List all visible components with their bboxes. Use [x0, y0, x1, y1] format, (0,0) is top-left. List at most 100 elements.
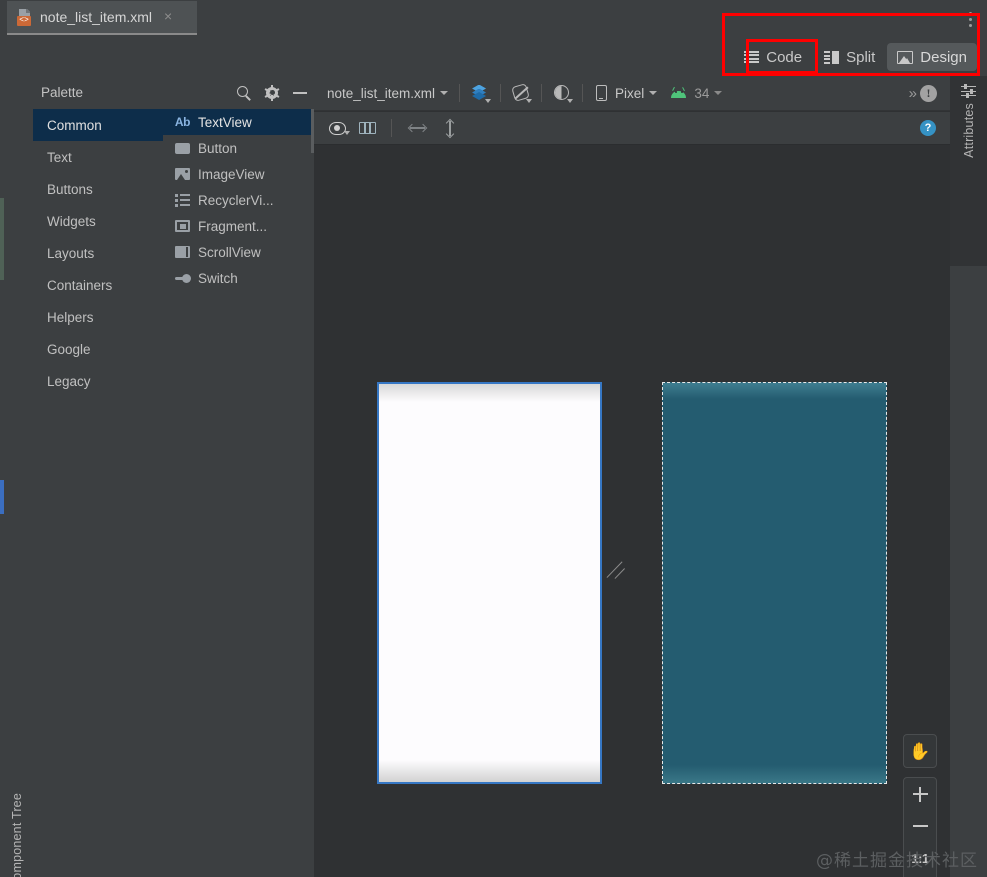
canvas-resize-handle[interactable]	[605, 557, 633, 583]
view-mode-columns-icon[interactable]	[359, 122, 376, 134]
palette-category-widgets[interactable]: Widgets	[33, 205, 163, 237]
zoom-in-button[interactable]	[904, 778, 936, 810]
sidebar-item-attributes[interactable]: Attributes	[950, 76, 987, 266]
toolbar-divider	[582, 84, 584, 102]
android-icon	[671, 86, 687, 98]
warning-icon[interactable]: !	[920, 84, 937, 102]
minimize-icon[interactable]	[293, 91, 307, 94]
palette-category-google[interactable]: Google	[33, 333, 163, 365]
palette-category-containers[interactable]: Containers	[33, 269, 163, 301]
minus-icon	[912, 825, 928, 827]
search-icon[interactable]	[237, 85, 251, 101]
orientation-button[interactable]	[511, 83, 533, 103]
view-options-button[interactable]	[314, 121, 350, 135]
palette-category-common[interactable]: Common	[33, 109, 163, 141]
palette-panel: Palette Common Text Buttons Widgets Layo…	[33, 76, 314, 877]
fragment-icon	[174, 220, 191, 232]
code-lines-icon	[744, 50, 760, 64]
layout-file-dropdown[interactable]: note_list_item.xml	[327, 86, 449, 101]
chevron-down-icon	[649, 91, 658, 95]
design-toolbar: note_list_item.xml Pixel 34 » !	[314, 76, 950, 111]
toolbar-divider	[541, 84, 543, 102]
palette-item-label: ScrollView	[198, 244, 261, 260]
xml-badge: <>	[17, 15, 31, 26]
layers-button[interactable]	[471, 84, 492, 103]
palette-item-label: ImageView	[198, 166, 265, 182]
android-studio-window: <> note_list_item.xml × Code Split Desig…	[0, 0, 987, 877]
list-icon	[174, 194, 191, 207]
horizontal-resize-icon[interactable]	[407, 123, 428, 133]
toolbar-divider	[459, 84, 461, 102]
toolbar-divider	[500, 84, 502, 102]
blueprint-preview[interactable]	[662, 382, 887, 784]
palette-category-label: Buttons	[47, 181, 93, 197]
design-image-icon	[897, 50, 914, 64]
palette-item-label: Fragment...	[198, 218, 268, 234]
palette-body: Common Text Buttons Widgets Layouts Cont…	[33, 109, 314, 877]
help-icon[interactable]: ?	[920, 120, 936, 136]
editor-tab-note-list-item[interactable]: <> note_list_item.xml ×	[7, 1, 197, 35]
palette-category-layouts[interactable]: Layouts	[33, 237, 163, 269]
palette-category-label: Containers	[47, 277, 113, 293]
chevron-down-icon	[567, 99, 574, 103]
palette-category-helpers[interactable]: Helpers	[33, 301, 163, 333]
design-editor: note_list_item.xml Pixel 34 » ! ? ✋ 1:1	[314, 76, 950, 877]
palette-item-label: TextView	[198, 114, 252, 130]
scrollview-icon	[174, 246, 191, 258]
palette-category-label: Text	[47, 149, 72, 165]
palette-item-label: Switch	[198, 270, 238, 286]
xml-file-icon: <>	[17, 8, 33, 26]
device-label: Pixel	[615, 85, 645, 101]
palette-category-label: Common	[47, 117, 102, 133]
palette-category-label: Legacy	[47, 373, 91, 389]
palette-category-label: Layouts	[47, 245, 95, 261]
palette-item-button[interactable]: Button	[163, 135, 314, 161]
design-preview[interactable]	[377, 382, 602, 784]
button-icon	[174, 142, 191, 154]
split-view-icon	[824, 50, 840, 64]
toolbar-overflow-button[interactable]: »	[909, 85, 920, 102]
more-options-icon[interactable]	[962, 5, 978, 33]
vertical-resize-icon[interactable]	[445, 118, 455, 138]
gear-icon[interactable]	[264, 84, 280, 101]
design-mode-button[interactable]: Design	[887, 43, 977, 71]
palette-category-text[interactable]: Text	[33, 141, 163, 173]
ab-text-icon: Ab	[174, 115, 191, 129]
palette-category-label: Helpers	[47, 309, 94, 325]
zoom-out-button[interactable]	[904, 810, 936, 842]
palette-category-list: Common Text Buttons Widgets Layouts Cont…	[33, 109, 163, 877]
split-mode-button[interactable]: Split	[814, 43, 885, 71]
palette-item-fragment[interactable]: Fragment...	[163, 213, 314, 239]
phone-icon	[596, 85, 608, 101]
palette-item-list: Ab TextView Button ImageView RecyclerVi.…	[163, 109, 314, 877]
palette-category-legacy[interactable]: Legacy	[33, 365, 163, 397]
design-canvas[interactable]: ✋ 1:1	[314, 146, 950, 877]
sliders-icon	[961, 84, 976, 98]
switch-icon	[174, 273, 191, 283]
left-tool-rail: Palette Component Tree	[0, 76, 314, 877]
editor-tab-bar: <> note_list_item.xml ×	[0, 0, 987, 37]
hand-icon: ✋	[909, 741, 931, 761]
device-dropdown[interactable]: Pixel	[596, 85, 658, 101]
palette-category-buttons[interactable]: Buttons	[33, 173, 163, 205]
pan-tool-button[interactable]: ✋	[904, 735, 936, 767]
design-view-toolbar: ?	[314, 112, 950, 145]
theme-button[interactable]	[553, 84, 574, 103]
chevron-down-icon	[526, 99, 533, 103]
edge-marker-green	[0, 198, 4, 280]
close-icon[interactable]: ×	[161, 9, 175, 24]
sidebar-item-component-tree[interactable]: Component Tree	[0, 746, 33, 877]
palette-item-imageview[interactable]: ImageView	[163, 161, 314, 187]
palette-item-label: Button	[198, 140, 238, 156]
code-mode-button[interactable]: Code	[734, 43, 812, 71]
component-tree-rail-label: Component Tree	[9, 792, 24, 877]
attributes-rail-label: Attributes	[961, 103, 976, 158]
palette-item-scrollview[interactable]: ScrollView	[163, 239, 314, 265]
palette-item-recyclerview[interactable]: RecyclerVi...	[163, 187, 314, 213]
image-icon	[174, 168, 191, 180]
api-level-dropdown[interactable]: 34	[671, 86, 723, 101]
right-tool-rail: Attributes	[950, 76, 987, 877]
split-mode-label: Split	[846, 48, 876, 66]
palette-item-textview[interactable]: Ab TextView	[163, 109, 314, 135]
palette-item-switch[interactable]: Switch	[163, 265, 314, 291]
